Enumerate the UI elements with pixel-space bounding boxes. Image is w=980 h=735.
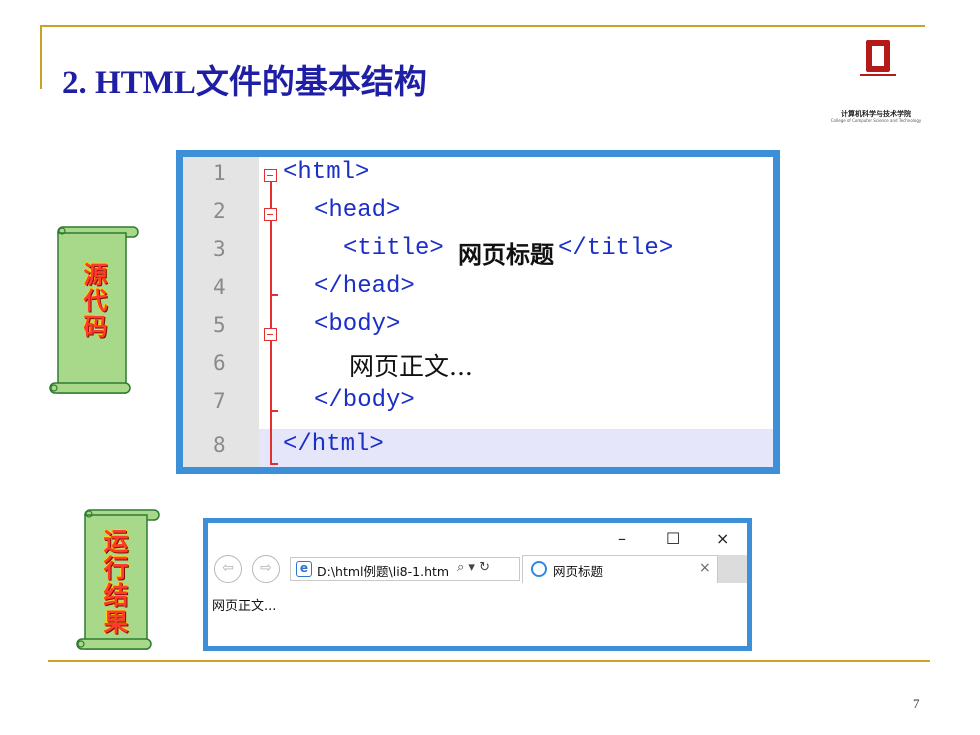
page-number: 7 — [913, 696, 920, 711]
line-number: 5 — [213, 313, 226, 337]
top-rule — [40, 25, 925, 27]
search-refresh-icon[interactable]: ⌕ ▾ ↻ — [457, 560, 490, 575]
college-logo — [860, 40, 896, 76]
line-number: 7 — [213, 389, 226, 413]
body-text: 网页正文... — [349, 352, 473, 381]
maximize-button[interactable]: ☐ — [666, 529, 680, 548]
tab-close-icon[interactable]: × — [699, 560, 711, 576]
ie-tab-icon — [531, 561, 547, 577]
ie-page-icon: e — [296, 561, 312, 577]
code-tag: </title> — [558, 235, 674, 262]
code-line: 7 </body> — [183, 385, 773, 423]
line-number: 4 — [213, 275, 226, 299]
line-number: 8 — [213, 433, 226, 457]
close-button[interactable]: × — [716, 529, 729, 548]
line-number: 3 — [213, 237, 226, 261]
tab-title: 网页标题 — [553, 564, 604, 579]
logo-caption: 计算机科学与技术学院 College of Computer Science a… — [830, 110, 922, 123]
code-line: 3 <title> 网页标题 </title> — [183, 233, 773, 271]
code-line: 6 网页正文... — [183, 347, 773, 385]
code-tag: </html> — [283, 431, 384, 458]
source-code-label: 源代码 — [79, 262, 107, 340]
tab-page-title[interactable]: 网页标题 × — [522, 555, 718, 583]
line-number: 2 — [213, 199, 226, 223]
code-tag: <title> — [343, 235, 444, 262]
line-number: 1 — [213, 161, 226, 185]
slide-title: 2. HTML文件的基本结构 — [62, 65, 427, 101]
page-content: 网页正文... — [212, 599, 277, 614]
run-result-label: 运行结果 — [100, 528, 129, 636]
left-rule — [40, 25, 42, 89]
forward-button[interactable]: ⇨ — [252, 555, 280, 583]
code-tag: </body> — [314, 387, 415, 414]
address-text: D:\html例题\li8-1.htm — [317, 564, 450, 579]
bottom-rule — [48, 660, 930, 662]
line-number: 6 — [213, 351, 226, 375]
code-line: 1 <html> — [183, 157, 773, 195]
code-line: 4 </head> — [183, 271, 773, 309]
code-tag: <body> — [314, 311, 401, 338]
code-line: 8 </html> — [183, 429, 773, 467]
browser-window: – ☐ × ⇦ ⇨ e D:\html例题\li8-1.htm ⌕ ▾ ↻ 网页… — [203, 518, 752, 651]
minimize-button[interactable]: – — [618, 529, 626, 548]
code-tag: <head> — [314, 197, 401, 224]
arrow-right-icon: ⇨ — [260, 560, 272, 576]
back-button[interactable]: ⇦ — [214, 555, 242, 583]
address-bar[interactable]: e D:\html例题\li8-1.htm ⌕ ▾ ↻ — [290, 557, 520, 581]
code-editor: 1 <html> 2 <head> 3 <title> 网页标题 </title… — [176, 150, 780, 474]
code-tag: </head> — [314, 273, 415, 300]
code-tag: <html> — [283, 159, 370, 186]
arrow-left-icon: ⇦ — [222, 560, 234, 576]
new-tab-button[interactable] — [718, 555, 747, 583]
title-text: 网页标题 — [458, 241, 554, 269]
code-line: 5 <body> — [183, 309, 773, 347]
code-line: 2 <head> — [183, 195, 773, 233]
